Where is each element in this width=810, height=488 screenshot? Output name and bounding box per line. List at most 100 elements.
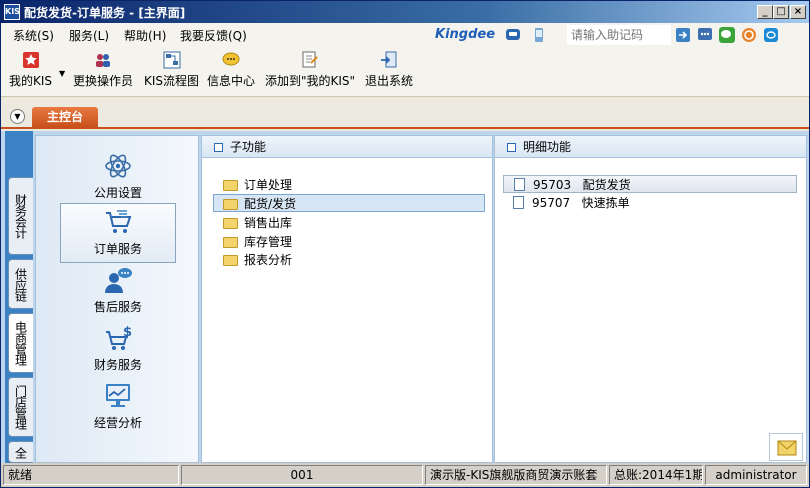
- tree-item-inventory[interactable]: 库存管理: [214, 233, 484, 251]
- my-kis-dropdown-icon[interactable]: ▼: [59, 69, 65, 78]
- status-user: administrator: [705, 465, 807, 485]
- svg-text:$: $: [123, 325, 132, 340]
- tree-item-sales-outbound[interactable]: 销售出库: [214, 214, 484, 232]
- header-bullet-icon: [214, 143, 223, 152]
- switch-operator-label: 更换操作员: [73, 74, 134, 88]
- chat-icon[interactable]: [697, 27, 713, 43]
- sub-function-header: 子功能: [202, 136, 492, 158]
- service-nav: 公用设置 订单服务 售后服务 $ 财务服务 经营分析: [35, 135, 199, 463]
- chart-monitor-icon: [106, 384, 130, 407]
- main-area: 财务会计 供应链 电商管理 门店管理 全 公用设置 订单服务 售后服务 $ 财务…: [1, 131, 809, 463]
- add-to-my-kis-button[interactable]: 添加到"我的KIS": [265, 51, 355, 89]
- main-window: KIS 配货发货-订单服务 - [主界面] _ □ × 系统(S) 服务(L) …: [0, 0, 810, 488]
- switch-operator-button[interactable]: 更换操作员: [73, 51, 133, 89]
- service-icon[interactable]: [763, 27, 779, 43]
- nav-business-analysis-label: 经营分析: [93, 416, 142, 430]
- kis-app-icon[interactable]: KIS: [4, 4, 20, 20]
- header-bullet-icon: [507, 143, 516, 152]
- sub-function-panel: 子功能 订单处理 配货/发货 销售出库 库存管理 报表分析: [201, 135, 493, 463]
- nav-finance-service[interactable]: $ 财务服务: [60, 320, 176, 380]
- kis-flowchart-label: KIS流程图: [144, 74, 200, 88]
- info-center-label: 信息中心: [207, 74, 256, 88]
- detail-item-code: 95707: [532, 196, 571, 210]
- sub-function-title: 子功能: [230, 140, 267, 154]
- exit-system-label: 退出系统: [365, 74, 414, 88]
- tree-item-label: 配货/发货: [244, 197, 297, 211]
- module-tabs: 财务会计 供应链 电商管理 门店管理 全: [5, 131, 33, 463]
- tree-item-label: 报表分析: [244, 253, 293, 267]
- nav-finance-service-label: 财务服务: [93, 358, 142, 372]
- vtab-finance[interactable]: 财务会计: [8, 177, 33, 255]
- tab-main-console[interactable]: 主控台: [32, 107, 98, 127]
- nav-common-settings-label: 公用设置: [93, 186, 142, 200]
- nav-business-analysis[interactable]: 经营分析: [60, 378, 176, 438]
- status-state: 就绪: [3, 465, 179, 485]
- status-edition: 演示版-KIS旗舰版商贸演示账套: [425, 465, 607, 485]
- menu-service[interactable]: 服务(L): [69, 27, 109, 44]
- detail-function-panel: 明细功能 95703 配货发货 95707 快速拣单: [494, 135, 807, 463]
- flowchart-icon: [163, 51, 181, 69]
- detail-function-title: 明细功能: [523, 140, 572, 154]
- nav-after-sales[interactable]: 售后服务: [60, 262, 176, 322]
- vtab-more[interactable]: 全: [8, 441, 33, 463]
- exit-icon: [381, 51, 397, 68]
- status-code: 001: [181, 465, 423, 485]
- folder-icon: [223, 218, 238, 229]
- nav-after-sales-label: 售后服务: [93, 300, 142, 314]
- menu-system[interactable]: 系统(S): [13, 27, 54, 44]
- detail-item-95707[interactable]: 95707 快速拣单: [503, 194, 797, 212]
- message-icon: [222, 52, 240, 66]
- title-bar[interactable]: KIS 配货发货-订单服务 - [主界面] _ □ ×: [1, 1, 809, 23]
- tree-item-reports[interactable]: 报表分析: [214, 251, 484, 269]
- vtab-store[interactable]: 门店管理: [8, 377, 33, 437]
- status-bar: 就绪 001 演示版-KIS旗舰版商贸演示账套 总账:2014年1期 admin…: [1, 463, 809, 487]
- tree-item-label: 订单处理: [244, 178, 293, 192]
- folder-icon: [223, 255, 238, 266]
- mail-button[interactable]: [769, 433, 803, 461]
- tree-item-label: 销售出库: [244, 216, 293, 230]
- document-icon: [513, 196, 524, 209]
- mail-icon: [777, 440, 797, 456]
- my-kis-label: 我的KIS: [9, 74, 53, 88]
- go-arrow-icon[interactable]: [675, 27, 691, 43]
- phone-icon[interactable]: [531, 27, 547, 43]
- tree-item-picking-shipping[interactable]: 配货/发货: [213, 194, 485, 212]
- detail-function-header: 明细功能: [495, 136, 806, 158]
- nav-order-service-label: 订单服务: [93, 242, 142, 256]
- messenger-icon[interactable]: [505, 27, 521, 43]
- wechat-icon[interactable]: [719, 27, 735, 43]
- helper-code-input[interactable]: [567, 25, 671, 45]
- vtab-supply-chain[interactable]: 供应链: [8, 259, 33, 309]
- shopping-cart-icon: [106, 210, 132, 233]
- document-icon: [514, 178, 525, 191]
- maximize-button[interactable]: □: [773, 5, 789, 19]
- detail-item-name: 快速拣单: [581, 196, 630, 210]
- tab-list-dropdown-icon[interactable]: ▼: [10, 109, 25, 124]
- tab-strip: ▼ 主控台: [1, 101, 809, 129]
- menu-bar: 系统(S) 服务(L) 帮助(H) 我要反馈(Q) Kingdee: [1, 23, 809, 47]
- tree-item-label: 库存管理: [244, 235, 293, 249]
- detail-item-95703[interactable]: 95703 配货发货: [503, 175, 797, 193]
- my-kis-button[interactable]: 我的KIS: [9, 51, 52, 89]
- status-period: 总账:2014年1期: [609, 465, 703, 485]
- minimize-button[interactable]: _: [757, 5, 773, 19]
- star-icon: [22, 52, 39, 68]
- exit-system-button[interactable]: 退出系统: [365, 51, 413, 89]
- vtab-ecommerce[interactable]: 电商管理: [8, 313, 33, 373]
- nav-common-settings[interactable]: 公用设置: [60, 148, 176, 208]
- menu-help[interactable]: 帮助(H): [124, 27, 166, 44]
- info-center-button[interactable]: 信息中心: [207, 51, 255, 89]
- tree-item-order-processing[interactable]: 订单处理: [214, 176, 484, 194]
- menu-feedback[interactable]: 我要反馈(Q): [180, 27, 247, 44]
- support-agent-icon: [105, 268, 132, 293]
- kis-flowchart-button[interactable]: KIS流程图: [144, 51, 199, 89]
- finance-cart-icon: $: [106, 325, 132, 350]
- nav-order-service[interactable]: 订单服务: [60, 203, 176, 263]
- add-to-my-kis-label: 添加到"我的KIS": [265, 74, 356, 88]
- close-button[interactable]: ×: [790, 5, 806, 19]
- detail-item-name: 配货发货: [582, 178, 631, 192]
- refresh-icon[interactable]: [741, 27, 757, 43]
- toolbar: 我的KIS ▼ 更换操作员 KIS流程图 信息中心 添加到"我的KIS" 退出系…: [1, 47, 809, 97]
- kingdee-logo: Kingdee: [435, 27, 496, 42]
- atom-icon: [105, 154, 131, 178]
